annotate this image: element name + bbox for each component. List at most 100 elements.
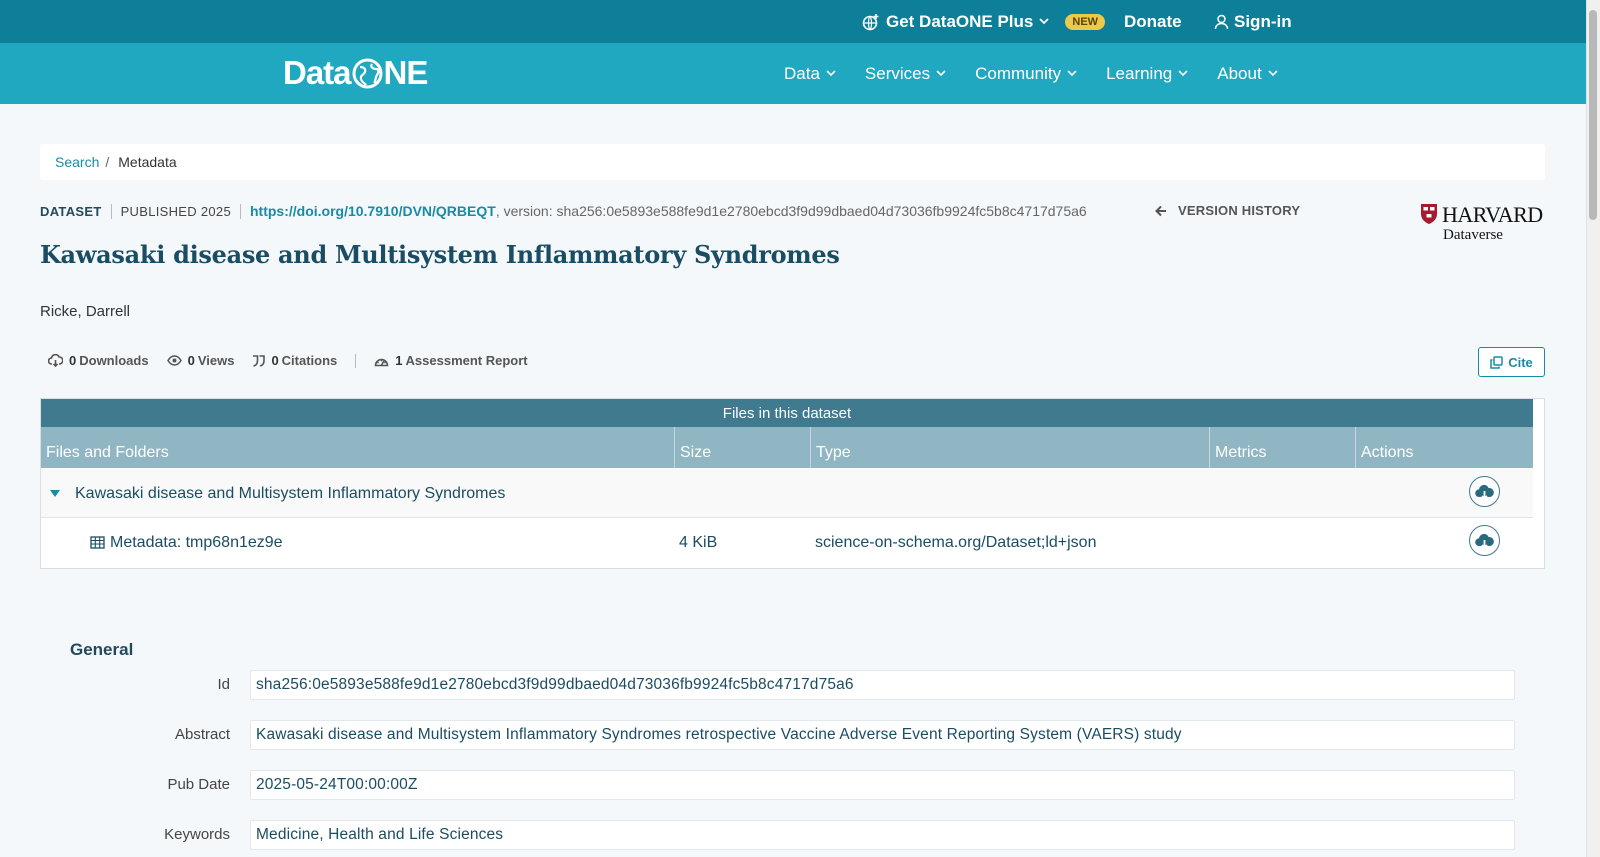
stats-divider (355, 353, 357, 368)
files-table-header: Files and Folders Size Type Metrics Acti… (41, 427, 1533, 468)
chevron-down-icon (1178, 70, 1188, 77)
general-section-heading: General (70, 640, 134, 659)
field-value-abstract: Kawasaki disease and Multisystem Inflamm… (250, 720, 1515, 750)
user-icon (1214, 14, 1229, 29)
field-label-keywords: Keywords (164, 826, 230, 843)
version-id: , version: sha256:0e5893e588fe9d1e2780eb… (495, 203, 1087, 219)
dataverse-wordmark: Dataverse (1443, 227, 1503, 243)
page-scrollbar[interactable] (1586, 0, 1600, 857)
files-table-caption: Files in this dataset (41, 399, 1533, 427)
assessment-label: Assessment Report (405, 353, 528, 368)
chevron-down-icon (1067, 70, 1077, 77)
field-label-abstract: Abstract (174, 726, 230, 743)
download-folder-button[interactable] (1469, 476, 1500, 507)
meta-divider (239, 203, 241, 219)
download-file-button[interactable] (1469, 525, 1500, 556)
gauge-icon (374, 358, 389, 366)
column-header-metrics: Metrics (1209, 427, 1355, 468)
column-header-type: Type (810, 427, 1209, 468)
file-name-cell[interactable]: Metadata: tmp68n1ez9e (90, 518, 283, 567)
logo-text-data: Data (283, 54, 352, 91)
downloads-count: 0 (69, 353, 77, 368)
nav-learning-label: Learning (1106, 63, 1173, 83)
column-header-size: Size (674, 427, 810, 468)
nav-data-label: Data (784, 63, 820, 83)
dataset-title: Kawasaki disease and Multisystem Inflamm… (40, 240, 840, 269)
cite-label: Cite (1508, 354, 1533, 370)
citations-stat: 0 Citations (252, 353, 337, 368)
citations-count: 0 (271, 353, 279, 368)
field-label-id: Id (217, 676, 230, 693)
dataset-author[interactable]: Ricke, Darrell (40, 303, 130, 320)
dataset-stats: 0 Downloads 0 Views 0 Citations 1 Assess… (48, 353, 546, 368)
dataset-type-label: DATASET (40, 203, 102, 219)
views-label: Views (197, 353, 235, 368)
nav-learning[interactable]: Learning (1106, 64, 1188, 84)
files-table: Files in this dataset Files and Folders … (40, 398, 1545, 569)
scrollbar-thumb[interactable] (1589, 10, 1597, 220)
cloud-download-icon (1475, 484, 1494, 500)
chevron-down-icon (936, 70, 946, 77)
globe-logo-icon (352, 58, 383, 88)
field-label-pub-date: Pub Date (167, 776, 230, 793)
field-value-pub-date: 2025-05-24T00:00:00Z (250, 770, 1515, 800)
file-type: science-on-schema.org/Dataset;ld+json (815, 533, 1097, 551)
globe-plus-icon (862, 13, 879, 30)
table-row-file: Metadata: tmp68n1ez9e 4 KiB science-on-s… (41, 518, 1533, 567)
published-label: PUBLISHED 2025 (120, 203, 231, 219)
quote-icon (253, 354, 266, 367)
nav-data[interactable]: Data (784, 64, 836, 84)
chevron-down-icon (1039, 18, 1050, 25)
nav-about[interactable]: About (1217, 63, 1278, 84)
nav-services[interactable]: Services (865, 64, 946, 84)
top-utility-bar: Get DataONE Plus NEW Donate Sign-in (0, 0, 1586, 43)
breadcrumb-search-link[interactable]: Search (55, 154, 99, 170)
doi-link[interactable]: https://doi.org/10.7910/DVN/QRBEQT (250, 203, 496, 219)
field-value-keywords: Medicine, Health and Life Sciences (250, 820, 1515, 850)
eye-icon (166, 355, 182, 366)
table-icon (90, 536, 105, 549)
views-stat: 0 Views (166, 353, 235, 368)
logo-text-ne: NE (383, 54, 429, 91)
main-navigation: Data NE Data Services Community Learning… (0, 43, 1586, 104)
sign-in-link[interactable]: Sign-in (1214, 0, 1292, 43)
cite-button[interactable]: Cite (1478, 347, 1545, 377)
folder-name[interactable]: Kawasaki disease and Multisystem Inflamm… (75, 469, 505, 518)
nav-about-label: About (1217, 63, 1262, 83)
chevron-down-icon (826, 70, 836, 77)
citations-label: Citations (281, 353, 338, 368)
field-value-id: sha256:0e5893e588fe9d1e2780ebcd3f9d99dba… (250, 670, 1515, 700)
harvard-dataverse-logo[interactable]: HARVARD Dataverse (1420, 202, 1545, 246)
dataset-meta-line: DATASET PUBLISHED 2025 https://doi.org/1… (40, 203, 1087, 219)
arrow-left-icon (1155, 205, 1166, 216)
new-badge: NEW (1065, 13, 1106, 30)
column-header-actions: Actions (1355, 427, 1533, 468)
get-dataone-plus-menu[interactable]: Get DataONE Plus NEW (862, 0, 1106, 43)
nav-community-label: Community (975, 63, 1062, 83)
column-header-files: Files and Folders (46, 444, 169, 461)
copy-icon (1490, 355, 1503, 369)
breadcrumb: Search / Metadata (40, 144, 1545, 180)
assessment-count: 1 (395, 353, 403, 368)
assessment-stat[interactable]: 1 Assessment Report (374, 353, 528, 368)
chevron-down-icon (1268, 70, 1278, 77)
views-count: 0 (187, 353, 195, 368)
folder-toggle[interactable] (50, 469, 60, 518)
nav-services-label: Services (864, 63, 931, 83)
nav-links: Data Services Community Learning About (784, 43, 1307, 104)
breadcrumb-separator: / (105, 154, 110, 170)
harvard-shield-icon (1421, 204, 1437, 224)
breadcrumb-current: Metadata (118, 154, 177, 170)
meta-divider (110, 203, 112, 219)
table-row-folder: Kawasaki disease and Multisystem Inflamm… (41, 469, 1533, 518)
cloud-download-icon (1475, 533, 1494, 549)
dataone-logo[interactable]: Data NE (283, 53, 429, 93)
file-size: 4 KiB (679, 533, 718, 551)
downloads-stat: 0 Downloads (48, 353, 149, 368)
nav-community[interactable]: Community (975, 64, 1077, 84)
version-history-link[interactable]: VERSION HISTORY (1155, 203, 1300, 218)
donate-link[interactable]: Donate (1124, 0, 1182, 43)
version-history-label: VERSION HISTORY (1178, 203, 1301, 218)
caret-down-icon (50, 490, 60, 497)
get-dataone-plus-label: Get DataONE Plus (886, 11, 1034, 31)
